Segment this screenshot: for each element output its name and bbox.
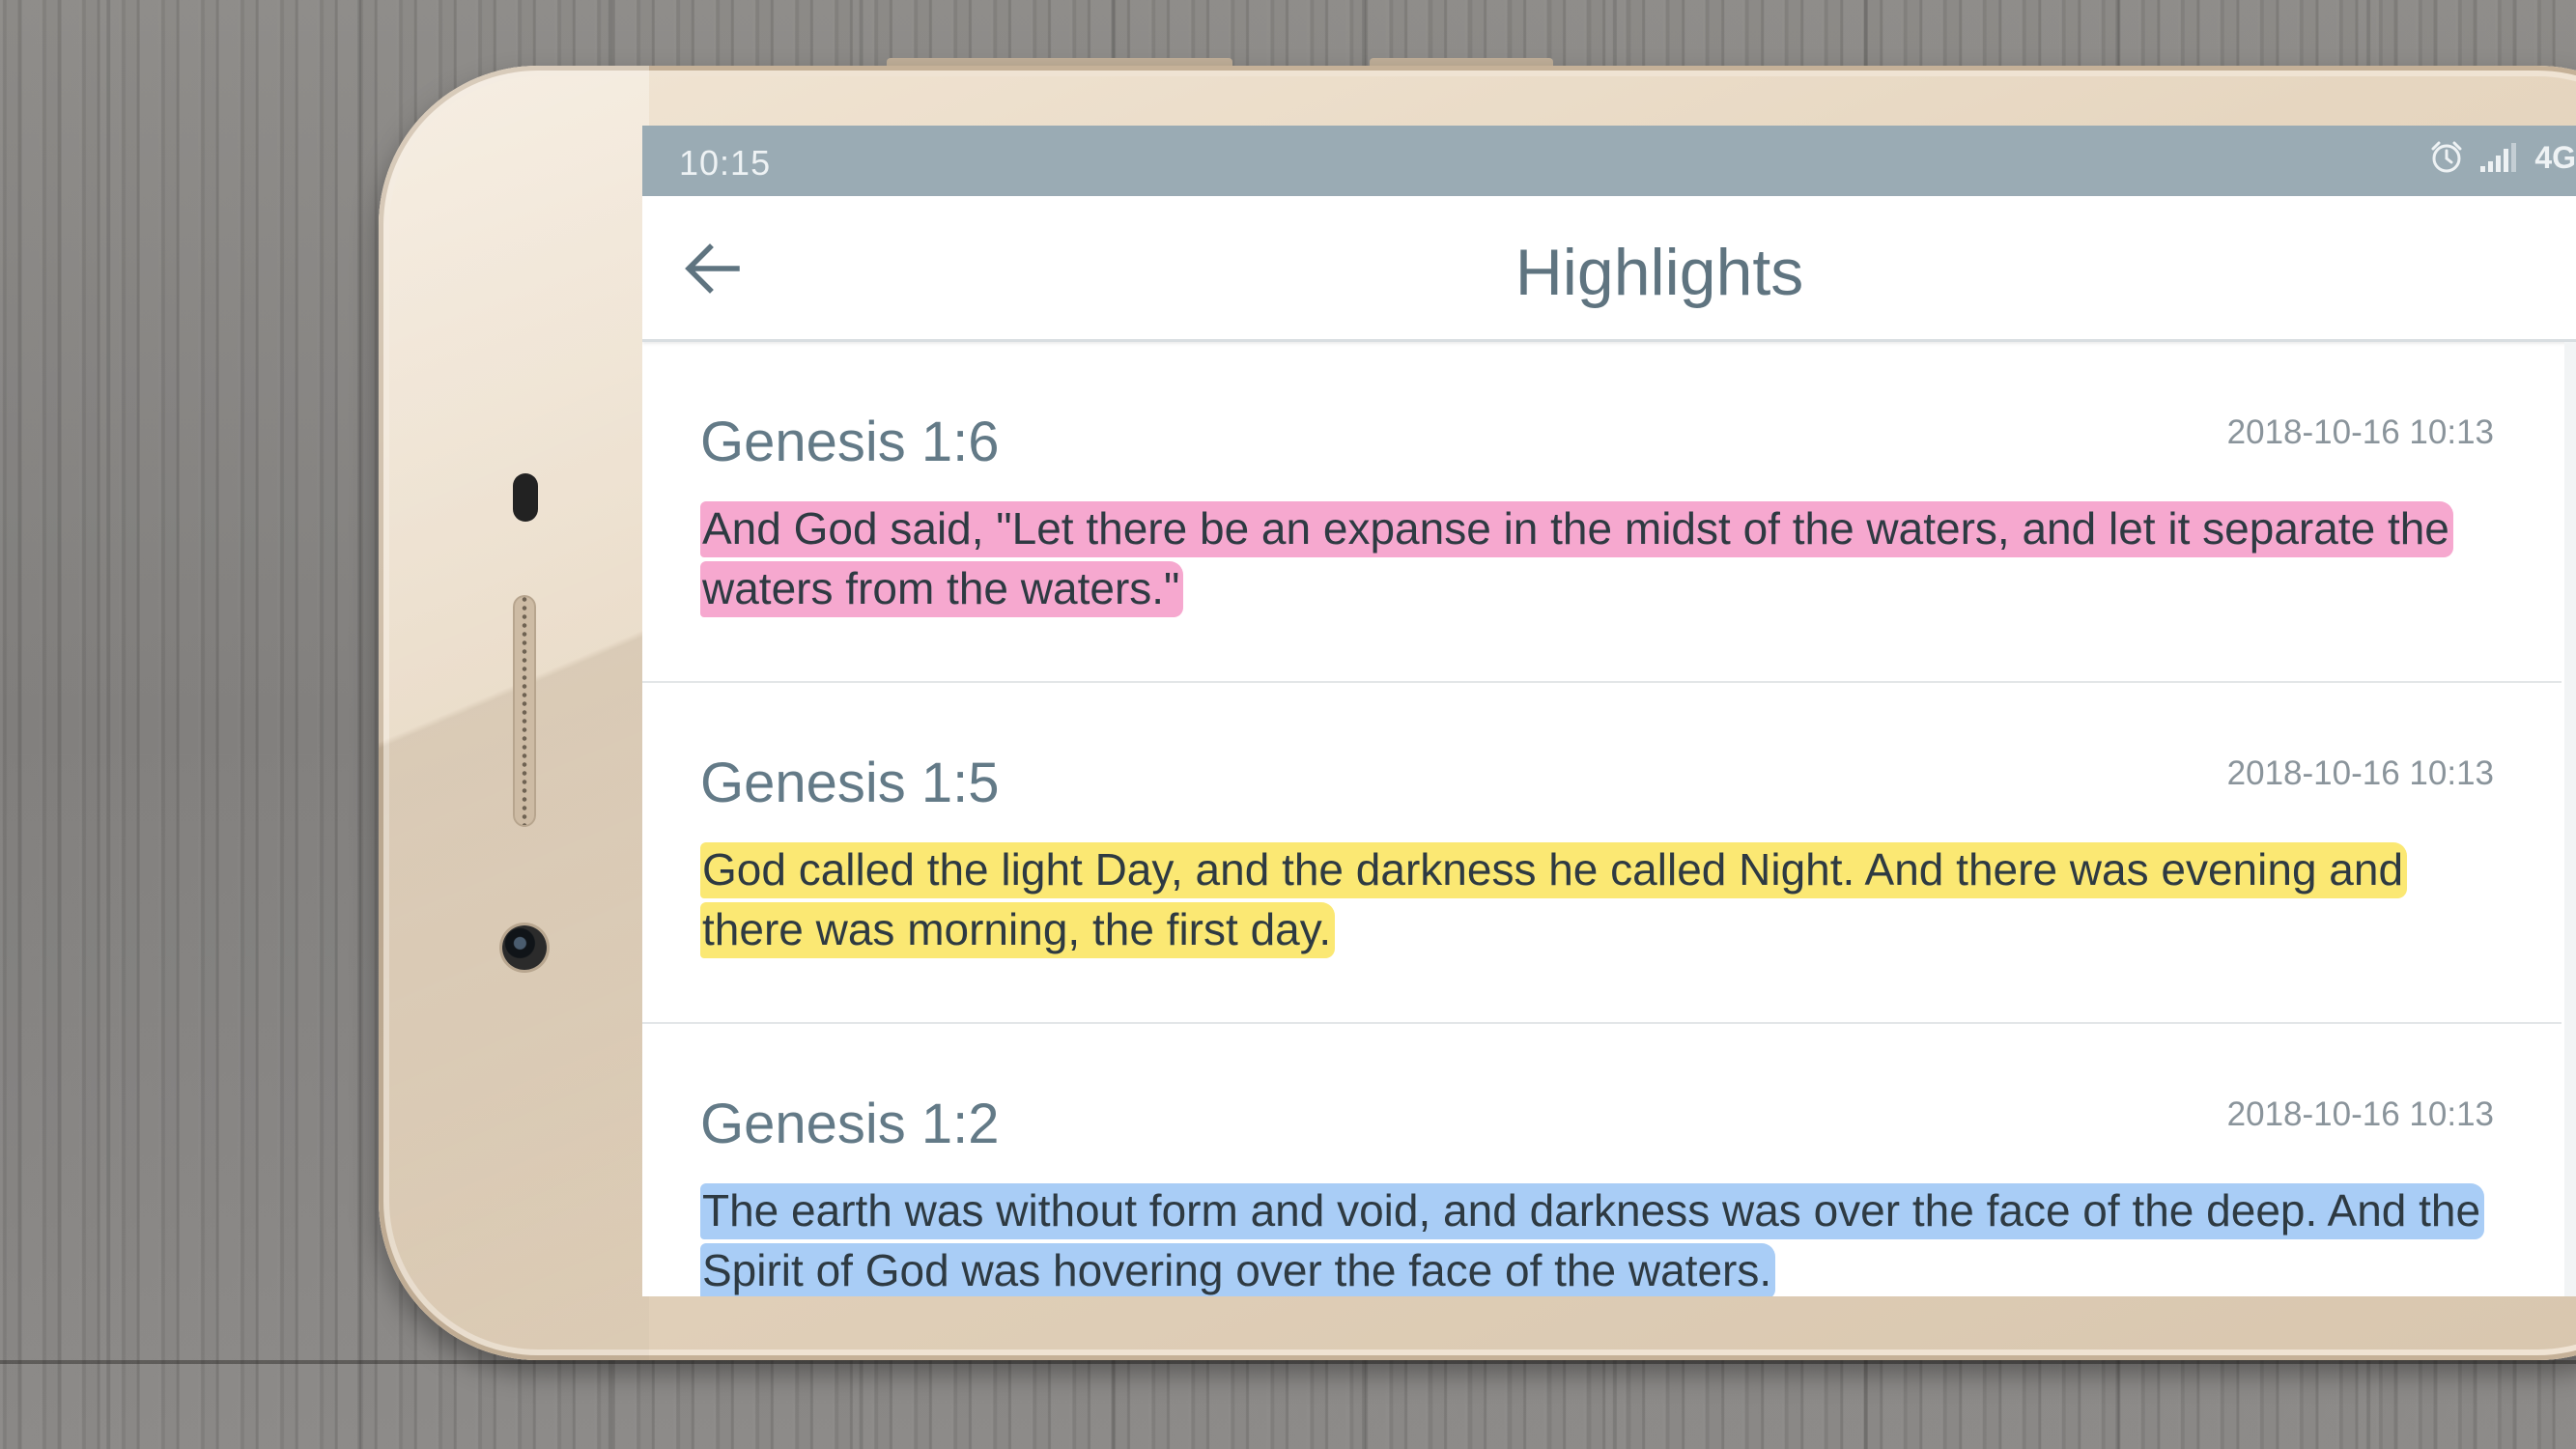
verse-text: The earth was without form and void, and…: [700, 1180, 2506, 1296]
phone-screen: 10:15 4G Highlights Genesis 1:6 2018-10-…: [642, 126, 2576, 1296]
verse-reference: Genesis 1:2: [700, 1093, 1000, 1155]
speaker-grill: [513, 595, 536, 827]
highlight-item[interactable]: Genesis 1:6 2018-10-16 10:13 And God sai…: [642, 342, 2562, 683]
alarm-clock-icon: [2428, 139, 2465, 176]
status-bar: 10:15 4G: [642, 126, 2576, 196]
scrollbar[interactable]: [2564, 342, 2576, 1296]
highlight-date: 2018-10-16 10:13: [2226, 1095, 2494, 1133]
verse-reference: Genesis 1:6: [700, 411, 1000, 473]
highlighted-verse: And God said, "Let there be an expanse i…: [700, 501, 2453, 617]
signal-bars-icon: [2478, 141, 2521, 174]
highlight-date: 2018-10-16 10:13: [2226, 754, 2494, 792]
front-camera: [502, 925, 547, 970]
highlight-item[interactable]: Genesis 1:2 2018-10-16 10:13 The earth w…: [642, 1024, 2562, 1296]
highlighted-verse: God called the light Day, and the darkne…: [700, 842, 2408, 958]
app-bar: Highlights: [642, 196, 2576, 342]
verse-text: And God said, "Let there be an expanse i…: [700, 498, 2506, 618]
network-type: 4G: [2534, 139, 2576, 175]
highlights-list: Genesis 1:6 2018-10-16 10:13 And God sai…: [642, 342, 2562, 1296]
highlight-date: 2018-10-16 10:13: [2226, 413, 2494, 451]
highlight-item[interactable]: Genesis 1:5 2018-10-16 10:13 God called …: [642, 683, 2562, 1024]
sensor-dot: [513, 473, 538, 522]
verse-reference: Genesis 1:5: [700, 752, 1000, 814]
highlighted-verse: The earth was without form and void, and…: [700, 1183, 2485, 1296]
verse-text: God called the light Day, and the darkne…: [700, 839, 2506, 959]
page-title: Highlights: [1514, 236, 1804, 309]
status-icons: 4G: [2428, 139, 2576, 176]
table-seam: [0, 1360, 2576, 1364]
status-time: 10:15: [679, 143, 772, 183]
